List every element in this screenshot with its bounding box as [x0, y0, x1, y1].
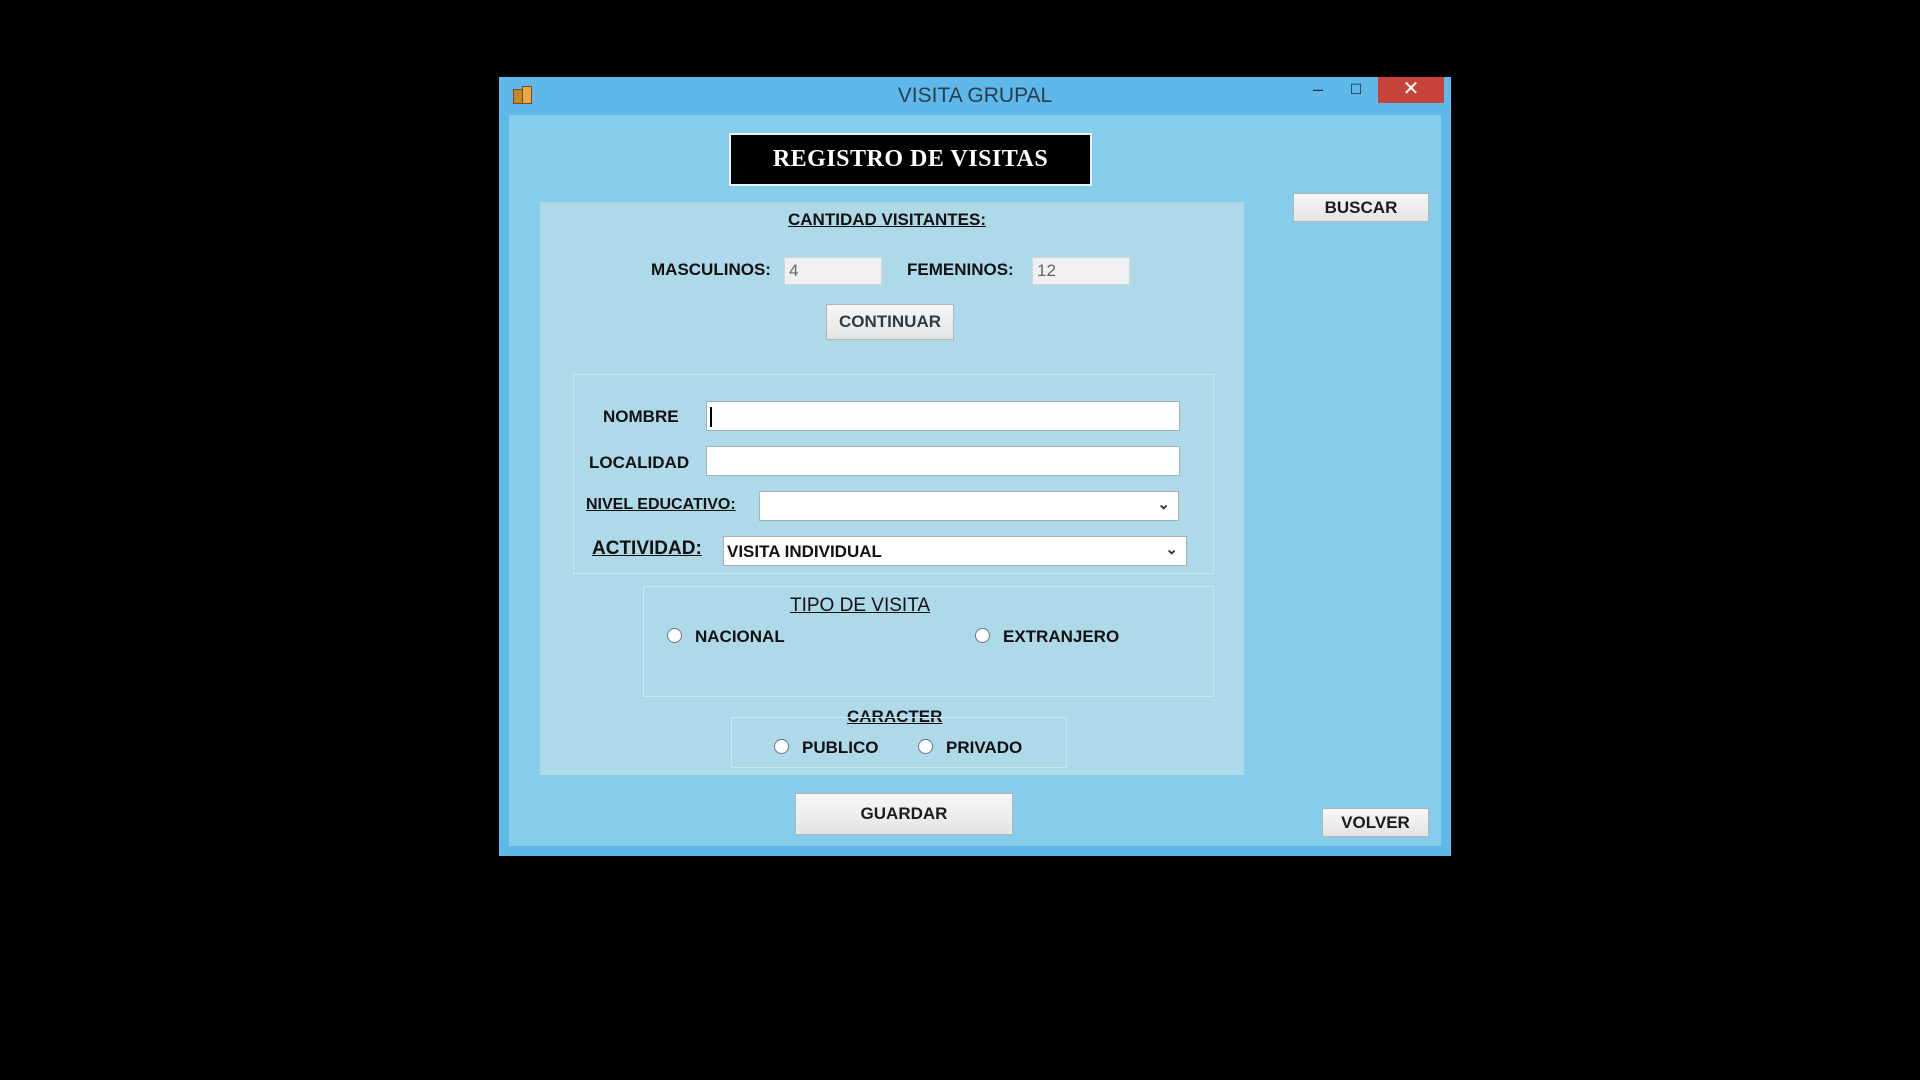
- nacional-label[interactable]: NACIONAL: [695, 627, 785, 647]
- title-bar[interactable]: VISITA GRUPAL – ☐ ✕: [499, 77, 1451, 115]
- nivel-educativo-label: NIVEL EDUCATIVO:: [586, 496, 736, 513]
- maximize-button[interactable]: ☐: [1337, 77, 1375, 103]
- localidad-input[interactable]: [706, 446, 1180, 476]
- registration-panel: CANTIDAD VISITANTES: MASCULINOS: 4 FEMEN…: [540, 202, 1244, 775]
- publico-label[interactable]: PUBLICO: [802, 738, 879, 758]
- nombre-input[interactable]: [706, 401, 1180, 431]
- chevron-down-icon: ⌄: [1165, 541, 1178, 558]
- actividad-select[interactable]: VISITA INDIVIDUAL ⌄: [723, 536, 1187, 566]
- tipo-visita-heading: TIPO DE VISITA: [790, 595, 931, 616]
- publico-radio[interactable]: [774, 739, 789, 754]
- localidad-label: LOCALIDAD: [589, 453, 690, 472]
- visita-grupal-window: VISITA GRUPAL – ☐ ✕ REGISTRO DE VISITAS …: [499, 77, 1451, 856]
- details-group: NOMBRE LOCALIDAD NIVEL EDUCATIVO: ⌄ ACTI…: [573, 374, 1214, 574]
- guardar-button[interactable]: GUARDAR: [795, 793, 1013, 835]
- minimize-button[interactable]: –: [1299, 77, 1337, 103]
- male-label: MASCULINOS:: [651, 260, 771, 279]
- actividad-label: ACTIVIDAD:: [592, 538, 702, 559]
- actividad-value: VISITA INDIVIDUAL: [727, 542, 882, 561]
- nivel-educativo-select[interactable]: ⌄: [759, 491, 1179, 521]
- close-button[interactable]: ✕: [1378, 77, 1444, 103]
- tipo-visita-group: TIPO DE VISITA NACIONAL EXTRANJERO: [643, 586, 1214, 697]
- chevron-down-icon: ⌄: [1157, 496, 1170, 513]
- client-area: REGISTRO DE VISITAS BUSCAR CANTIDAD VISI…: [509, 115, 1441, 846]
- extranjero-label[interactable]: EXTRANJERO: [1003, 627, 1119, 647]
- privado-label[interactable]: PRIVADO: [946, 738, 1022, 758]
- caracter-group: PUBLICO PRIVADO: [731, 717, 1067, 768]
- nacional-radio[interactable]: [667, 628, 682, 643]
- privado-radio[interactable]: [918, 739, 933, 754]
- nombre-label: NOMBRE: [603, 407, 679, 426]
- volver-button[interactable]: VOLVER: [1322, 808, 1429, 837]
- female-count-field[interactable]: 12: [1032, 257, 1130, 285]
- text-caret: [710, 406, 712, 427]
- continuar-button[interactable]: CONTINUAR: [826, 304, 954, 340]
- page-title: REGISTRO DE VISITAS: [731, 135, 1090, 184]
- male-count-field[interactable]: 4: [784, 257, 882, 285]
- extranjero-radio[interactable]: [975, 628, 990, 643]
- female-label: FEMENINOS:: [907, 260, 1014, 279]
- visitors-heading: CANTIDAD VISITANTES:: [788, 210, 987, 229]
- buscar-button[interactable]: BUSCAR: [1293, 193, 1429, 222]
